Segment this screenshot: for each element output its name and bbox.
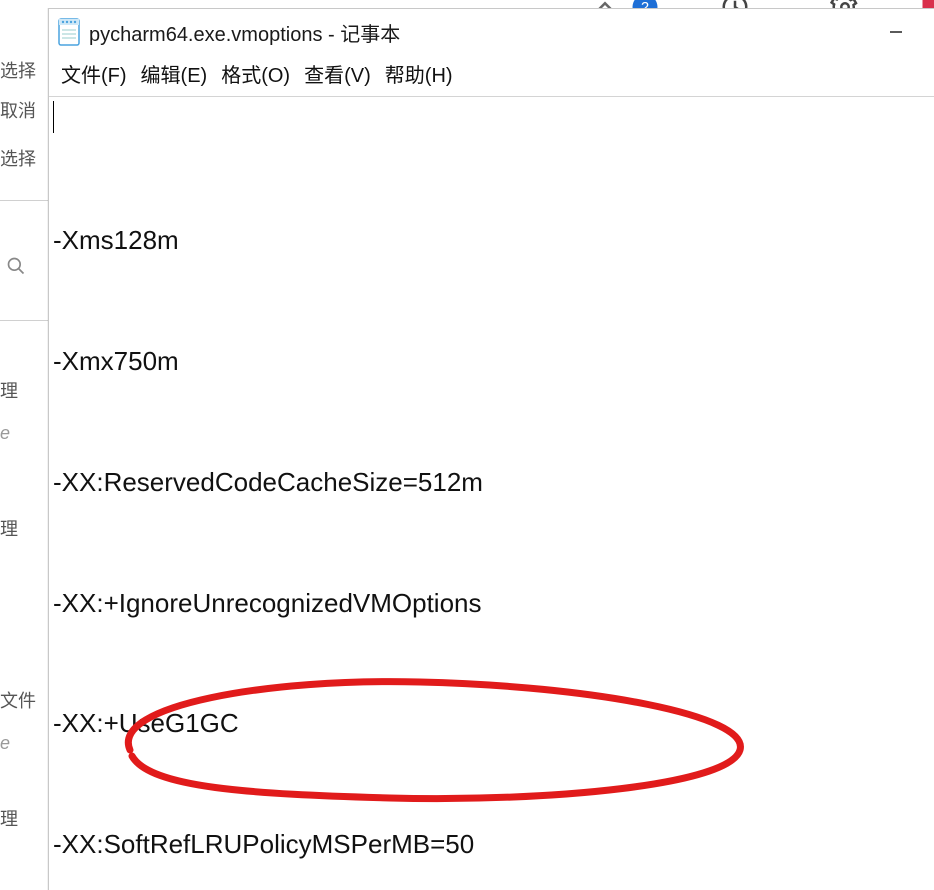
window-controls [878,18,926,46]
menubar: 文件(F) 编辑(E) 格式(O) 查看(V) 帮助(H) [49,55,934,96]
bg-text: 理 [0,806,18,833]
menu-format[interactable]: 格式(O) [215,57,296,90]
editor-line: -XX:+IgnoreUnrecognizedVMOptions [53,583,930,623]
text-caret [53,101,54,133]
editor-line: -XX:ReservedCodeCacheSize=512m [53,462,930,502]
editor-area[interactable]: -Xms128m -Xmx750m -XX:ReservedCodeCacheS… [49,96,934,890]
search-icon[interactable] [6,256,26,276]
menu-file[interactable]: 文件(F) [55,57,133,90]
editor-line: -XX:+UseG1GC [53,703,930,743]
bg-text: e [0,420,10,447]
minimize-button[interactable] [878,18,914,46]
divider [0,320,48,321]
menu-help[interactable]: 帮助(H) [379,57,459,90]
titlebar[interactable]: pycharm64.exe.vmoptions - 记事本 [49,9,934,55]
background-toolbar: 2 [0,0,934,8]
bg-text: 理 [0,516,18,543]
window-title: pycharm64.exe.vmoptions - 记事本 [89,18,400,47]
divider [0,200,48,201]
bg-text: 理 [0,378,18,405]
bg-text: 选择 [0,58,36,85]
background-panel: 选择 取消 选择 理 e 理 文件 e 理 [0,0,50,890]
editor-line: -Xms128m [53,220,930,260]
notepad-window: pycharm64.exe.vmoptions - 记事本 文件(F) 编辑(E… [48,8,934,890]
editor-line: -Xmx750m [53,341,930,381]
bg-text: 取消 [0,98,36,125]
bg-text: 文件 [0,688,36,715]
editor-line: -XX:SoftRefLRUPolicyMSPerMB=50 [53,824,930,864]
bg-text: e [0,730,10,757]
menu-view[interactable]: 查看(V) [298,57,377,90]
notepad-app-icon [57,17,81,47]
bg-text: 选择 [0,146,36,173]
menu-edit[interactable]: 编辑(E) [135,57,214,90]
